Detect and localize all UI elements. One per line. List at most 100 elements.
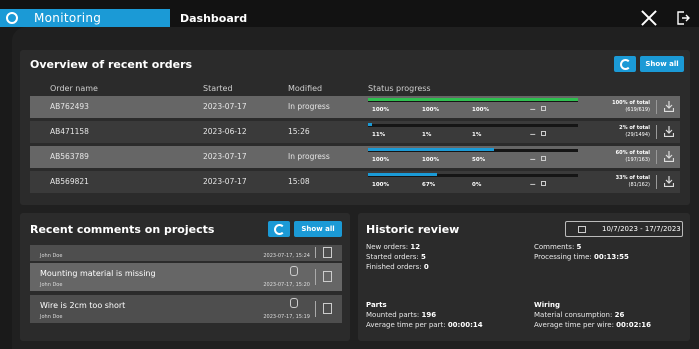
date-range-value: 10/7/2023 - 17/7/2023 [602,225,681,233]
parts-heading: Parts [366,301,387,309]
stage-label: — [530,107,536,113]
stage-label: — [530,157,536,163]
status-progress: 100% 100% 100% — [368,98,578,116]
logout-icon[interactable] [676,11,690,25]
order-row[interactable]: AB762493 2023-07-17 In progress 100% 100… [30,96,680,118]
attachment-icon [290,298,298,308]
order-row[interactable]: AB471158 2023-06-12 15:26 11% 1% 1% — 2%… [30,121,680,143]
divider [656,125,657,139]
divider [315,301,316,317]
checkbox-icon [541,181,546,186]
status-progress: 100% 100% 50% — [368,148,578,166]
comments-title: Recent comments on projects [30,223,215,236]
overview-title: Overview of recent orders [30,58,193,71]
divider [315,269,316,285]
percent-total: 100% of total (619/619) [612,100,650,113]
refresh-comments-button[interactable] [268,221,290,237]
comment-item[interactable]: Mounting material is missing John Doe 20… [30,263,342,291]
progress-fill [368,148,494,151]
order-modified: In progress [288,152,330,161]
progress-fill [368,123,373,126]
percent-total: 33% of total (81/162) [615,175,650,188]
avg-time-wire-stat: Average time per wire: 00:02:16 [534,321,651,329]
stage-label: 67% [422,182,436,188]
stage-label: 100% [372,157,389,163]
stage-label: 50% [472,157,486,163]
new-orders-stat: New orders: 12 [366,243,421,251]
stage-label: 100% [422,157,439,163]
divider [315,247,316,258]
comment-date: 2023-07-17, 15:20 [263,282,310,288]
comment-author: John Doe [40,314,63,320]
stage-label: — [530,182,536,188]
progress-fill [368,98,578,101]
comment-author: John Doe [40,282,63,288]
show-all-comments-button[interactable]: Show all [294,221,342,237]
comment-date: 2023-07-17, 15:19 [263,314,310,320]
stage-label: 100% [372,107,389,113]
order-started: 2023-07-17 [203,177,247,186]
tab-monitoring[interactable]: Monitoring [0,9,170,27]
finished-orders-stat: Finished orders: 0 [366,263,429,271]
divider [656,150,657,164]
tab-monitoring-label: Monitoring [34,11,102,25]
download-icon[interactable] [664,176,674,187]
order-modified: 15:26 [288,127,310,136]
divider [656,100,657,114]
document-icon[interactable] [323,247,332,258]
checkbox-icon [541,106,546,111]
order-started: 2023-07-17 [203,152,247,161]
stage-label: 100% [372,182,389,188]
order-modified: 15:08 [288,177,310,186]
close-icon[interactable] [640,9,658,27]
gear-icon [6,12,18,24]
comment-text: Wire is 2cm too short [40,301,126,310]
order-name: AB569821 [50,177,89,186]
order-modified: In progress [288,102,330,111]
mounted-parts-stat: Mounted parts: 196 [366,311,437,319]
top-bar: Monitoring Dashboard [0,0,699,27]
tab-dashboard[interactable]: Dashboard [180,12,247,25]
started-orders-stat: Started orders: 5 [366,253,426,261]
comment-item[interactable]: Wire is 2cm too short John Doe 2023-07-1… [30,295,342,323]
show-all-orders-button[interactable]: Show all [640,56,684,72]
stage-label: 1% [472,132,482,138]
order-name: AB471158 [50,127,89,136]
order-row[interactable]: AB563789 2023-07-17 In progress 100% 100… [30,146,680,168]
order-started: 2023-07-17 [203,102,247,111]
status-progress: 11% 1% 1% — [368,123,578,141]
checkbox-icon [541,131,546,136]
download-icon[interactable] [664,151,674,162]
stage-label: — [530,132,536,138]
refresh-orders-button[interactable] [614,56,636,72]
col-order-name: Order name [50,84,98,93]
date-range-picker[interactable]: 10/7/2023 - 17/7/2023 [565,221,683,237]
calendar-icon [578,225,586,233]
divider [656,175,657,189]
historic-title: Historic review [366,223,460,236]
download-icon[interactable] [664,101,674,112]
stage-label: 100% [422,107,439,113]
comment-date: 2023-07-17, 15:24 [263,253,310,259]
comment-item[interactable]: John Doe 2023-07-17, 15:24 [30,245,342,261]
order-name: AB762493 [50,102,89,111]
comment-author: John Doe [40,253,63,259]
document-icon[interactable] [323,271,332,282]
col-started: Started [203,84,233,93]
order-row[interactable]: AB569821 2023-07-17 15:08 100% 67% 0% — … [30,171,680,193]
stage-label: 0% [472,182,482,188]
checkbox-icon [541,156,546,161]
processing-time-stat: Processing time: 00:13:55 [534,253,629,261]
col-modified: Modified [288,84,323,93]
avg-time-part-stat: Average time per part: 00:00:14 [366,321,483,329]
attachment-icon [290,266,298,276]
comment-text: Mounting material is missing [40,269,156,278]
percent-total: 2% of total (29/1494) [619,125,650,138]
col-status-progress: Status progress [368,84,431,93]
download-icon[interactable] [664,126,674,137]
document-icon[interactable] [323,303,332,314]
comments-stat: Comments: 5 [534,243,582,251]
comments-panel: Recent comments on projects Show all Joh… [20,213,350,341]
order-name: AB563789 [50,152,89,161]
status-progress: 100% 67% 0% — [368,173,578,191]
